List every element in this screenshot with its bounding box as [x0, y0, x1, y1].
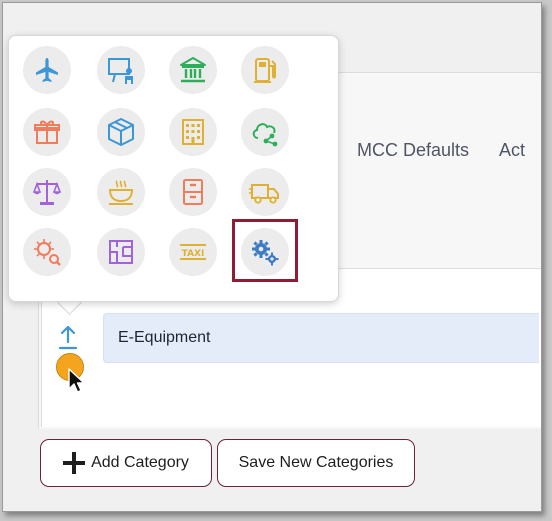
save-new-categories-label: Save New Categories	[238, 454, 394, 471]
coffee-cup-icon[interactable]	[97, 168, 145, 216]
app-window: MCC Defaults Act Add Category Save New C…	[2, 2, 542, 512]
filing-cabinet-icon[interactable]	[169, 168, 217, 216]
tab-act[interactable]: Act	[499, 140, 525, 161]
add-category-button[interactable]: Add Category	[40, 439, 212, 487]
save-new-categories-button[interactable]: Save New Categories	[217, 439, 415, 487]
package-box-icon[interactable]	[97, 108, 145, 156]
delivery-truck-icon[interactable]	[241, 168, 289, 216]
bank-icon[interactable]	[169, 46, 217, 94]
svg-text:TAXI: TAXI	[182, 249, 205, 259]
virus-search-icon[interactable]	[23, 228, 71, 276]
presentation-icon[interactable]	[97, 46, 145, 94]
add-category-label: Add Category	[91, 454, 189, 471]
balance-scale-icon[interactable]	[23, 168, 71, 216]
fuel-pump-icon[interactable]	[241, 46, 289, 94]
category-name-input[interactable]	[103, 313, 539, 363]
floor-plan-icon[interactable]	[97, 228, 145, 276]
mouse-pointer-icon	[68, 368, 85, 393]
building-icon[interactable]	[169, 108, 217, 156]
taxi-sign-icon[interactable]: TAXI	[169, 228, 217, 276]
selected-icon-highlight	[232, 219, 298, 282]
tab-bar: MCC Defaults Act	[357, 140, 525, 161]
upload-icon[interactable]	[58, 325, 78, 351]
tab-mcc-defaults[interactable]: MCC Defaults	[357, 140, 469, 161]
cloud-share-icon[interactable]	[241, 108, 289, 156]
gift-icon[interactable]	[23, 108, 71, 156]
plus-icon	[63, 452, 86, 474]
airplane-icon[interactable]	[23, 46, 71, 94]
